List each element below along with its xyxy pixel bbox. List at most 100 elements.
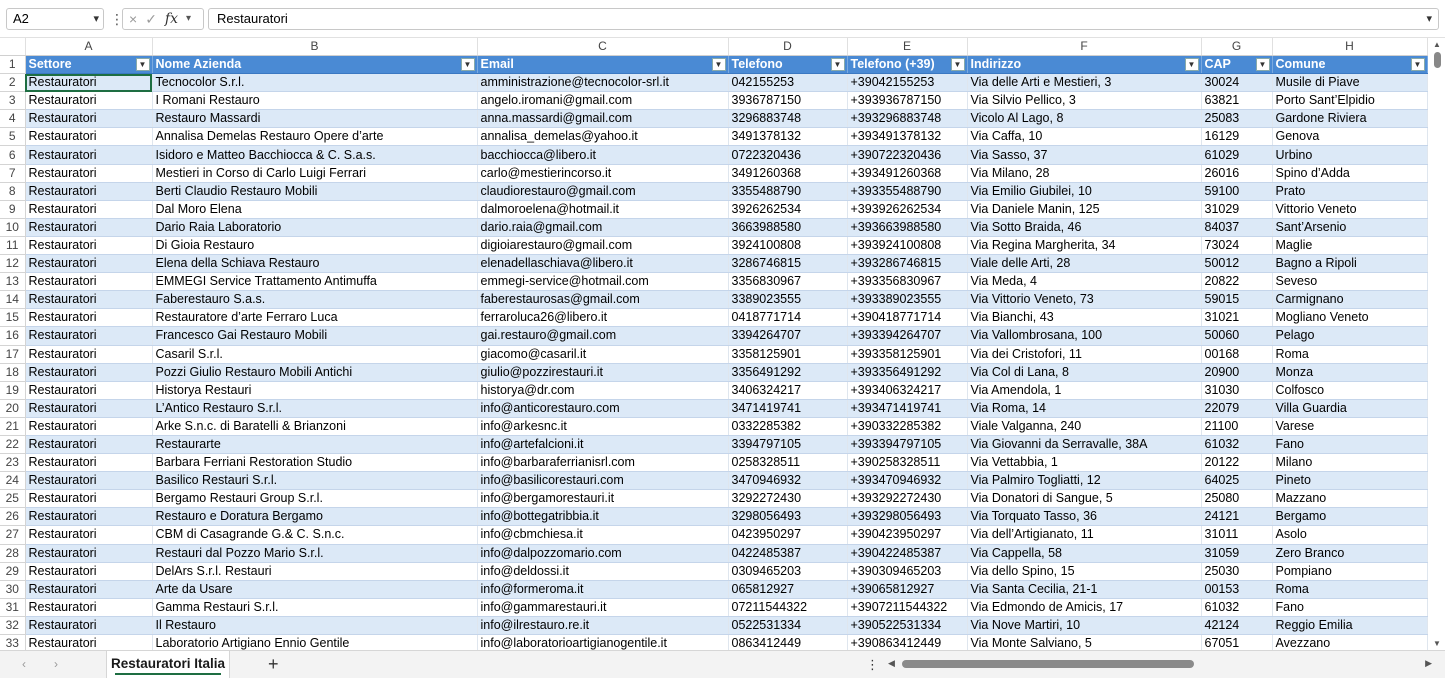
table-cell[interactable]: Pelago — [1272, 326, 1428, 346]
table-cell[interactable]: Mogliano Veneto — [1272, 308, 1428, 328]
table-cell[interactable]: bacchiocca@libero.it — [477, 145, 729, 165]
table-cell[interactable]: Via delle Arti e Mestieri, 3 — [967, 73, 1202, 93]
table-cell[interactable]: giacomo@casaril.it — [477, 345, 729, 364]
row-number[interactable]: 22 — [0, 435, 26, 455]
table-cell[interactable]: 0863412449 — [728, 634, 848, 650]
table-cell[interactable]: Mestieri in Corso di Carlo Luigi Ferrari — [152, 164, 478, 183]
table-cell[interactable]: Via Regina Margherita, 34 — [967, 236, 1202, 256]
column-header-g[interactable]: G — [1201, 38, 1273, 56]
table-cell[interactable]: 20122 — [1201, 453, 1273, 473]
table-cell[interactable]: 3356491292 — [728, 363, 848, 382]
row-number[interactable]: 23 — [0, 453, 26, 473]
table-cell[interactable]: Viale Valganna, 240 — [967, 417, 1202, 436]
table-cell[interactable]: Via Sasso, 37 — [967, 145, 1202, 165]
table-cell[interactable]: 3286746815 — [728, 254, 848, 274]
table-cell[interactable]: +3907211544322 — [847, 598, 968, 617]
table-cell[interactable]: info@deldossi.it — [477, 562, 729, 581]
table-header-cell[interactable]: Comune ▼ — [1272, 55, 1428, 75]
column-header-e[interactable]: E — [847, 38, 968, 56]
table-cell[interactable]: Restauratori — [25, 73, 153, 93]
table-cell[interactable]: 3926262534 — [728, 200, 848, 219]
table-cell[interactable]: 0332285382 — [728, 417, 848, 436]
column-header-c[interactable]: C — [477, 38, 729, 56]
row-number[interactable]: 26 — [0, 507, 26, 527]
table-cell[interactable]: Restauratori — [25, 200, 153, 219]
table-cell[interactable]: Berti Claudio Restauro Mobili — [152, 182, 478, 201]
row-number[interactable]: 11 — [0, 236, 26, 256]
table-cell[interactable]: info@barbaraferrianisrl.com — [477, 453, 729, 473]
table-cell[interactable]: 64025 — [1201, 471, 1273, 491]
table-cell[interactable]: Via dell’Artigianato, 11 — [967, 525, 1202, 545]
table-cell[interactable]: Carmignano — [1272, 290, 1428, 310]
row-number[interactable]: 21 — [0, 417, 26, 436]
table-cell[interactable]: Mazzano — [1272, 489, 1428, 509]
table-cell[interactable]: amministrazione@tecnocolor-srl.it — [477, 73, 729, 93]
table-cell[interactable]: L’Antico Restauro S.r.l. — [152, 399, 478, 418]
table-cell[interactable]: 065812927 — [728, 580, 848, 599]
table-cell[interactable]: 59015 — [1201, 290, 1273, 310]
column-header-h[interactable]: H — [1272, 38, 1428, 56]
table-cell[interactable]: +393470946932 — [847, 471, 968, 491]
table-cell[interactable]: Vicolo Al Lago, 8 — [967, 109, 1202, 129]
table-cell[interactable]: CBM di Casagrande G.& C. S.n.c. — [152, 525, 478, 545]
row-number[interactable]: 6 — [0, 145, 26, 165]
spreadsheet-grid[interactable]: ABCDEFGH 1 Settore ▼ Nome Azienda ▼ Email ▼ Tel… — [0, 38, 1430, 650]
table-cell[interactable]: ferraroluca26@libero.it — [477, 308, 729, 328]
table-cell[interactable]: 26016 — [1201, 164, 1273, 183]
filter-dropdown-icon[interactable]: ▼ — [460, 58, 475, 71]
row-number[interactable]: 5 — [0, 127, 26, 147]
table-cell[interactable]: 59100 — [1201, 182, 1273, 201]
filter-dropdown-icon[interactable]: ▼ — [1255, 58, 1270, 71]
table-cell[interactable]: Il Restauro — [152, 616, 478, 636]
table-cell[interactable]: Viale delle Arti, 28 — [967, 254, 1202, 274]
table-cell[interactable]: Via Giovanni da Serravalle, 38A — [967, 435, 1202, 455]
row-number[interactable]: 1 — [0, 55, 26, 75]
table-cell[interactable]: Restauratori — [25, 562, 153, 581]
table-header-cell[interactable]: Telefono ▼ — [728, 55, 848, 75]
chevron-down-icon[interactable]: ▾ — [186, 9, 191, 29]
table-cell[interactable]: 25083 — [1201, 109, 1273, 129]
table-cell[interactable]: Laboratorio Artigiano Ennio Gentile — [152, 634, 478, 650]
filter-dropdown-icon[interactable]: ▼ — [1410, 58, 1425, 71]
table-cell[interactable]: 0418771714 — [728, 308, 848, 328]
table-cell[interactable]: Annalisa Demelas Restauro Opere d’arte — [152, 127, 478, 147]
table-cell[interactable]: dario.raia@gmail.com — [477, 218, 729, 237]
filter-dropdown-icon[interactable]: ▼ — [135, 58, 150, 71]
table-header-cell[interactable]: Settore ▼ — [25, 55, 153, 75]
table-cell[interactable]: emmegi-service@hotmail.com — [477, 272, 729, 292]
table-cell[interactable]: Restauratori — [25, 489, 153, 509]
table-cell[interactable]: Urbino — [1272, 145, 1428, 165]
table-cell[interactable]: Dal Moro Elena — [152, 200, 478, 219]
table-cell[interactable]: Musile di Piave — [1272, 73, 1428, 93]
table-cell[interactable]: info@arkesnc.it — [477, 417, 729, 436]
table-cell[interactable]: Restauratori — [25, 91, 153, 111]
table-cell[interactable]: Villa Guardia — [1272, 399, 1428, 418]
table-cell[interactable]: faberestaurosas@gmail.com — [477, 290, 729, 310]
table-cell[interactable]: Maglie — [1272, 236, 1428, 256]
table-cell[interactable]: I Romani Restauro — [152, 91, 478, 111]
table-cell[interactable]: 31030 — [1201, 381, 1273, 400]
table-cell[interactable]: +393298056493 — [847, 507, 968, 527]
table-cell[interactable]: Via Vallombrosana, 100 — [967, 326, 1202, 346]
add-sheet-icon[interactable]: + — [268, 654, 279, 675]
table-cell[interactable]: Pompiano — [1272, 562, 1428, 581]
row-number[interactable]: 25 — [0, 489, 26, 509]
table-cell[interactable]: Restaurarte — [152, 435, 478, 455]
table-cell[interactable]: Elena della Schiava Restauro — [152, 254, 478, 274]
row-number[interactable]: 32 — [0, 616, 26, 636]
table-cell[interactable]: Restauratori — [25, 363, 153, 382]
filter-dropdown-icon[interactable]: ▼ — [830, 58, 845, 71]
table-cell[interactable]: 67051 — [1201, 634, 1273, 650]
row-number[interactable]: 20 — [0, 399, 26, 418]
table-cell[interactable]: Milano — [1272, 453, 1428, 473]
table-cell[interactable]: 3471419741 — [728, 399, 848, 418]
row-number[interactable]: 14 — [0, 290, 26, 310]
expand-formula-icon[interactable]: ▾ — [1426, 9, 1432, 29]
table-cell[interactable]: Via Milano, 28 — [967, 164, 1202, 183]
table-cell[interactable]: 31029 — [1201, 200, 1273, 219]
horizontal-scrollbar[interactable]: ◀ ▶ — [886, 657, 1434, 671]
column-header-f[interactable]: F — [967, 38, 1202, 56]
table-cell[interactable]: Restauratori — [25, 308, 153, 328]
table-cell[interactable]: Via Edmondo de Amicis, 17 — [967, 598, 1202, 617]
table-cell[interactable]: Monza — [1272, 363, 1428, 382]
